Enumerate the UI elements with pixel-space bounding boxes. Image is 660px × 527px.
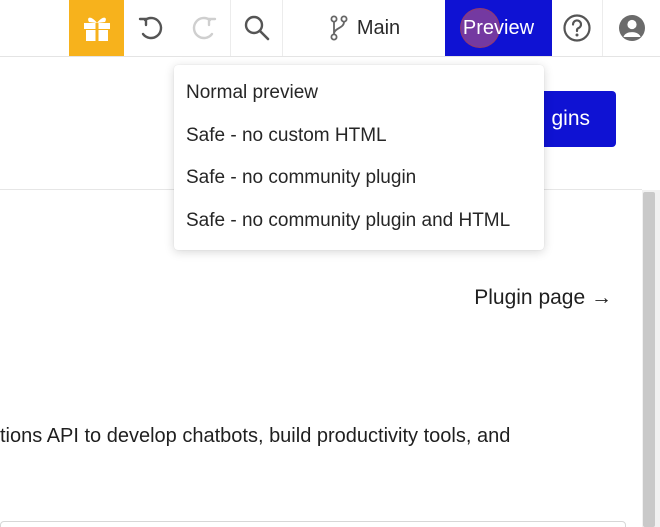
profile-icon bbox=[617, 13, 647, 43]
gift-icon bbox=[81, 13, 113, 43]
undo-icon bbox=[137, 14, 165, 42]
plugin-page-link[interactable]: Plugin page → bbox=[474, 286, 612, 310]
redo-icon bbox=[190, 14, 218, 42]
git-branch-icon bbox=[329, 15, 349, 41]
help-button[interactable] bbox=[552, 0, 602, 56]
redo-button[interactable] bbox=[178, 0, 230, 56]
plugin-description: tions API to develop chatbots, build pro… bbox=[0, 425, 511, 447]
menu-item-safe-no-plugin-and-html[interactable]: Safe - no community plugin and HTML bbox=[174, 200, 544, 243]
menu-item-safe-no-custom-html[interactable]: Safe - no custom HTML bbox=[174, 115, 544, 158]
menu-item-normal-preview[interactable]: Normal preview bbox=[174, 72, 544, 115]
preview-mode-menu: Normal preview Safe - no custom HTML Saf… bbox=[174, 65, 544, 250]
help-icon bbox=[562, 13, 592, 43]
branch-selector[interactable]: Main bbox=[282, 0, 446, 56]
search-icon bbox=[243, 14, 271, 42]
gift-button[interactable] bbox=[69, 0, 124, 56]
preview-label: Preview bbox=[462, 16, 535, 39]
top-toolbar: Main Preview bbox=[0, 0, 660, 57]
menu-item-safe-no-community-plugin[interactable]: Safe - no community plugin bbox=[174, 157, 544, 200]
content-input-box[interactable] bbox=[0, 521, 626, 527]
search-button[interactable] bbox=[230, 0, 282, 56]
preview-button[interactable]: Preview bbox=[445, 0, 552, 56]
branch-label: Main bbox=[356, 16, 401, 39]
scrollbar-thumb[interactable] bbox=[643, 192, 655, 527]
undo-button[interactable] bbox=[124, 0, 178, 56]
profile-button[interactable] bbox=[602, 0, 660, 56]
